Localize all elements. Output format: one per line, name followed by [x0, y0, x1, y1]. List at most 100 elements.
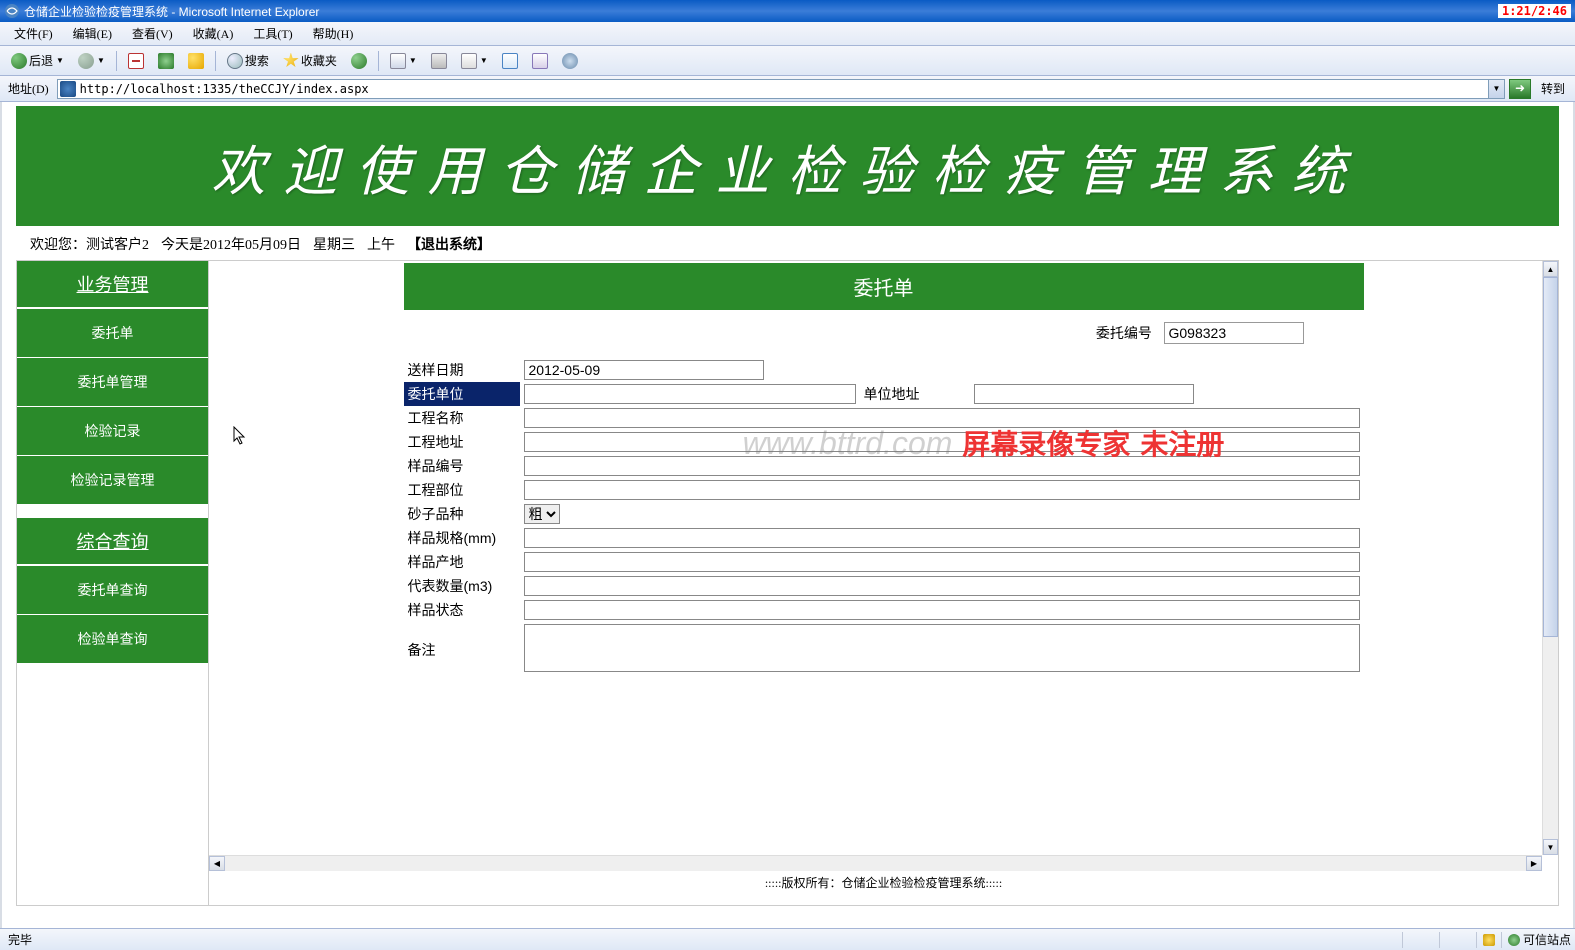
lbl-sample-no: 样品编号 [404, 454, 520, 478]
form-title: 委托单 [404, 263, 1364, 310]
sidebar-item-entrust-query[interactable]: 委托单查询 [17, 565, 208, 614]
page-body: 欢迎使用仓储企业检验检疫管理系统 欢迎您：测试客户2 今天是2012年05月09… [0, 102, 1575, 928]
input-sample-no[interactable] [524, 456, 1360, 476]
back-icon [11, 53, 27, 69]
status-text: 完毕 [8, 931, 32, 948]
mail-icon [390, 53, 406, 69]
search-label: 搜索 [245, 52, 269, 69]
menu-favorites[interactable]: 收藏(A) [189, 23, 238, 44]
research-button[interactable] [557, 50, 583, 72]
input-project-name[interactable] [524, 408, 1360, 428]
stop-icon [128, 53, 144, 69]
menu-bar: 文件(F) 编辑(E) 查看(V) 收藏(A) 工具(T) 帮助(H) [0, 22, 1575, 46]
welcome-bar: 欢迎您：测试客户2 今天是2012年05月09日 星期三 上午 【退出系统】 [30, 234, 1559, 254]
sidebar-gap [17, 504, 208, 518]
research-icon [562, 53, 578, 69]
sidebar-item-inspect-record[interactable]: 检验记录 [17, 406, 208, 455]
input-project-part[interactable] [524, 480, 1360, 500]
scroll-down-button[interactable]: ▼ [1543, 839, 1558, 855]
window-title: 仓储企业检验检疫管理系统 - Microsoft Internet Explor… [24, 3, 319, 20]
content-area: 委托单 委托编号 送样日期 委托单位 单位地址 [208, 260, 1559, 906]
input-send-date[interactable] [524, 360, 764, 380]
print-button[interactable] [426, 50, 452, 72]
separator [378, 51, 379, 71]
messenger-icon [532, 53, 548, 69]
address-input-wrap: ▼ [57, 79, 1505, 99]
input-client[interactable] [524, 384, 856, 404]
footer-text: :::::版权所有：仓储企业检验检疫管理系统::::: [209, 874, 1558, 891]
lbl-unit-addr: 单位地址 [860, 382, 970, 406]
search-button[interactable]: 搜索 [222, 49, 274, 72]
address-dropdown-icon[interactable]: ▼ [1488, 80, 1504, 98]
lock-icon [1483, 934, 1495, 946]
sidebar-item-inspect-manage[interactable]: 检验记录管理 [17, 455, 208, 504]
window-titlebar: 仓储企业检验检疫管理系统 - Microsoft Internet Explor… [0, 0, 1575, 22]
lbl-rep-qty: 代表数量(m3) [404, 574, 520, 598]
menu-help[interactable]: 帮助(H) [309, 23, 358, 44]
input-sample-origin[interactable] [524, 552, 1360, 572]
sidebar-item-inspect-query[interactable]: 检验单查询 [17, 614, 208, 663]
home-icon [188, 53, 204, 69]
forward-button[interactable]: ▼ [73, 50, 110, 72]
print-icon [431, 53, 447, 69]
input-project-addr[interactable] [524, 432, 1360, 452]
main-layout: 业务管理 委托单 委托单管理 检验记录 检验记录管理 综合查询 委托单查询 检验… [2, 260, 1573, 906]
status-right: 可信站点 [1402, 932, 1571, 948]
input-sample-spec[interactable] [524, 528, 1360, 548]
input-sample-state[interactable] [524, 600, 1360, 620]
entrust-number-row: 委托编号 [404, 318, 1364, 358]
scrollbar-horizontal[interactable]: ◀ ▶ [209, 855, 1542, 871]
history-button[interactable] [346, 50, 372, 72]
sidebar-item-entrust-manage[interactable]: 委托单管理 [17, 357, 208, 406]
stop-button[interactable] [123, 50, 149, 72]
entrust-number-input[interactable] [1164, 322, 1304, 344]
go-button[interactable]: ➜ [1509, 79, 1531, 99]
edit-button[interactable]: ▼ [456, 50, 493, 72]
banner: 欢迎使用仓储企业检验检疫管理系统 [16, 106, 1559, 226]
star-icon [283, 53, 299, 69]
refresh-button[interactable] [153, 50, 179, 72]
scroll-left-button[interactable]: ◀ [209, 856, 225, 871]
scroll-up-button[interactable]: ▲ [1543, 261, 1558, 277]
welcome-user: 欢迎您：测试客户2 [30, 234, 149, 254]
address-input[interactable] [78, 82, 1488, 96]
favicon-icon [60, 81, 76, 97]
back-label: 后退 [29, 52, 53, 69]
address-bar: 地址(D) ▼ ➜ 转到 [0, 76, 1575, 102]
go-label: 转到 [1535, 80, 1571, 97]
select-sand-type[interactable]: 粗 [524, 504, 560, 524]
sidebar-section-query[interactable]: 综合查询 [17, 518, 208, 565]
input-rep-qty[interactable] [524, 576, 1360, 596]
lbl-send-date: 送样日期 [404, 358, 520, 382]
sidebar-section-business[interactable]: 业务管理 [17, 261, 208, 308]
scroll-thumb-v[interactable] [1543, 277, 1558, 637]
input-unit-addr[interactable] [974, 384, 1194, 404]
menu-view[interactable]: 查看(V) [128, 23, 177, 44]
favorites-button[interactable]: 收藏夹 [278, 49, 342, 72]
entrust-form: 送样日期 委托单位 单位地址 工程名称 工程地址 样品编号 [404, 358, 1364, 677]
logout-link[interactable]: 【退出系统】 [407, 234, 491, 254]
menu-tools[interactable]: 工具(T) [249, 23, 296, 44]
menu-edit[interactable]: 编辑(E) [69, 23, 116, 44]
lbl-sample-spec: 样品规格(mm) [404, 526, 520, 550]
history-icon [351, 53, 367, 69]
lbl-project-name: 工程名称 [404, 406, 520, 430]
chevron-down-icon: ▼ [97, 56, 105, 65]
mail-button[interactable]: ▼ [385, 50, 422, 72]
scroll-right-button[interactable]: ▶ [1526, 856, 1542, 871]
input-remark[interactable] [524, 624, 1360, 672]
status-zone: 可信站点 [1501, 932, 1571, 948]
back-button[interactable]: 后退▼ [6, 49, 69, 72]
scrollbar-vertical[interactable]: ▲ ▼ [1542, 261, 1558, 855]
entrust-number-label: 委托编号 [1096, 325, 1152, 341]
sidebar-item-entrust[interactable]: 委托单 [17, 308, 208, 357]
scroll-track-h[interactable] [225, 856, 1526, 871]
forward-icon [78, 53, 94, 69]
pages-button[interactable] [497, 50, 523, 72]
lbl-project-part: 工程部位 [404, 478, 520, 502]
content-scroll[interactable]: 委托单 委托编号 送样日期 委托单位 单位地址 [221, 263, 1546, 855]
status-left: 完毕 [4, 931, 1402, 948]
home-button[interactable] [183, 50, 209, 72]
menu-file[interactable]: 文件(F) [10, 23, 57, 44]
messenger-button[interactable] [527, 50, 553, 72]
